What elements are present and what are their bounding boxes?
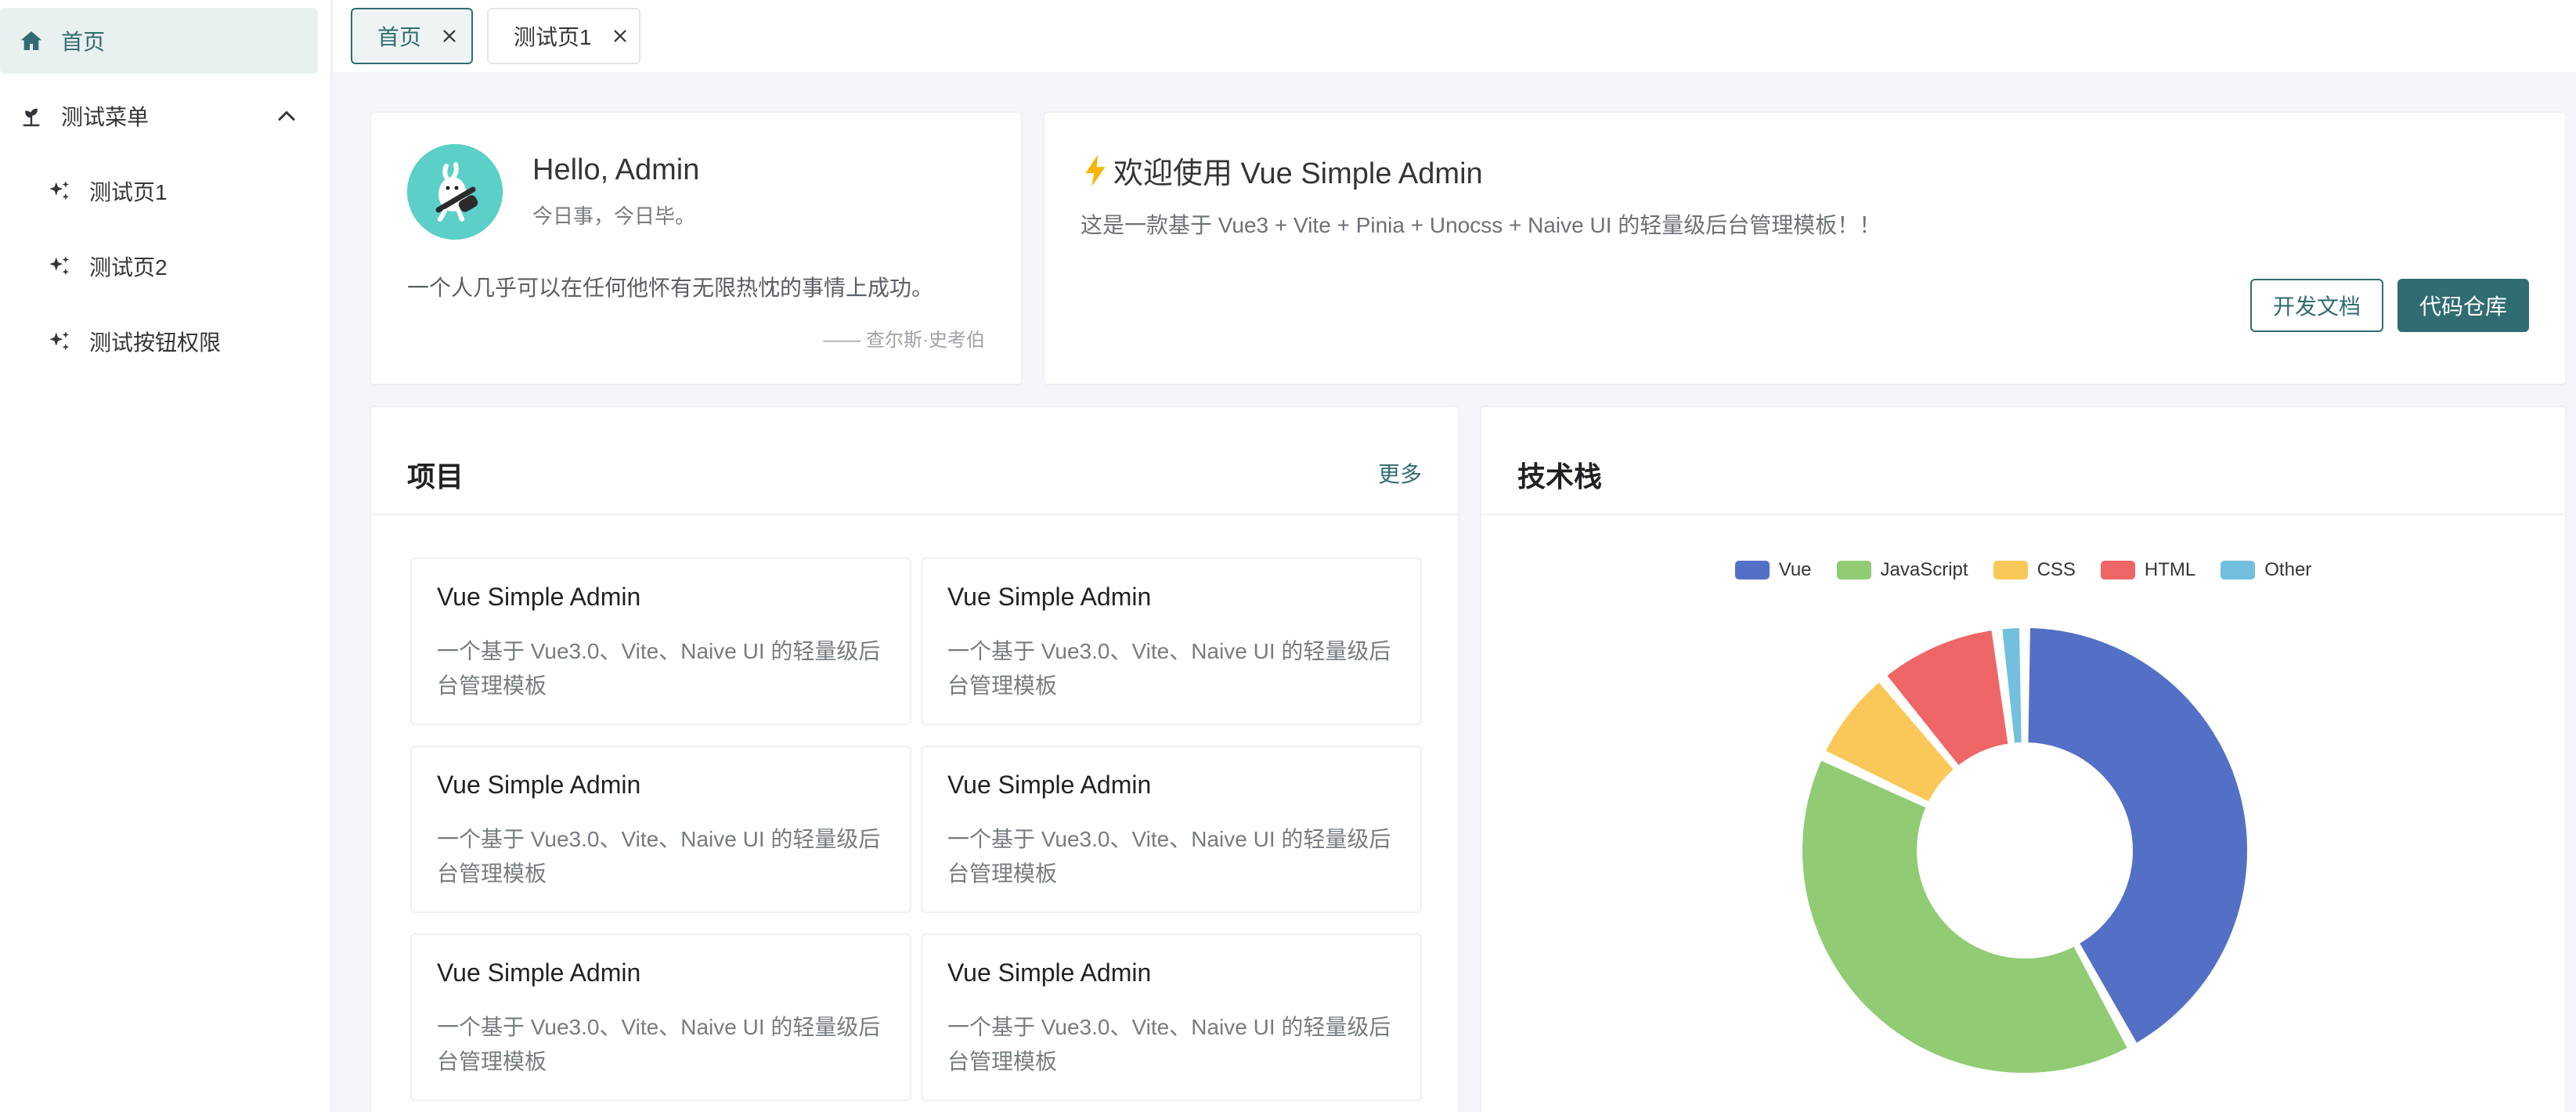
project-description: 一个基于 Vue3.0、Vite、Naive UI 的轻量级后台管理模板 [947,827,1391,886]
project-card[interactable]: Vue Simple Admin 一个基于 Vue3.0、Vite、Naive … [921,558,1422,725]
sidebar-item-label: 测试菜单 [61,105,150,129]
donut-chart [1799,625,2250,1076]
tab-home[interactable]: 首页 [351,8,473,64]
quote-text: 一个人几乎可以在任何他怀有无限热忱的事情上成功。 [407,276,934,300]
greeting-subtitle: 今日事，今日毕。 [532,204,696,228]
chevron-up-icon[interactable] [272,102,301,130]
sidebar-item-button-permission[interactable]: 测试按钮权限 [0,309,318,374]
repo-button[interactable]: 代码仓库 [2397,279,2529,332]
project-card[interactable]: Vue Simple Admin 一个基于 Vue3.0、Vite、Naive … [921,933,1422,1101]
project-card[interactable]: Vue Simple Admin 一个基于 Vue3.0、Vite、Naive … [410,746,911,913]
project-description: 一个基于 Vue3.0、Vite、Naive UI 的轻量级后台管理模板 [437,827,881,886]
project-title: Vue Simple Admin [947,771,1152,799]
divider [371,514,1458,515]
avatar[interactable] [407,144,503,240]
welcome-title: 欢迎使用 Vue Simple Admin [1113,157,1483,190]
welcome-description: 这是一款基于 Vue3 + Vite + Pinia + Unocss + Na… [1081,213,1881,237]
projects-card: 项目 更多 Vue Simple Admin 一个基于 Vue3.0、Vite、… [370,406,1459,1112]
project-title: Vue Simple Admin [437,959,641,987]
tab-label: 首页 [377,25,422,49]
sidebar-item-label: 测试页1 [89,180,168,204]
project-description: 一个基于 Vue3.0、Vite、Naive UI 的轻量级后台管理模板 [947,639,1391,698]
project-card[interactable]: Vue Simple Admin 一个基于 Vue3.0、Vite、Naive … [410,558,911,725]
pie-slice-javascript[interactable] [1799,756,2131,1076]
tab-bar: 首页 测试页1 [334,0,2576,72]
sidebar-item-test-menu[interactable]: 测试菜单 [0,83,318,149]
sidebar-item-label: 测试页2 [89,255,168,280]
sidebar: 首页 测试菜单 测试页1 测试页2 测试按钮权限 [0,0,332,1112]
project-description: 一个基于 Vue3.0、Vite、Naive UI 的轻量级后台管理模板 [437,639,881,698]
quote-author: —— 查尔斯·史考伯 [823,330,985,351]
project-title: Vue Simple Admin [947,583,1152,611]
plant-icon [16,100,47,132]
lightning-icon [1081,153,1110,188]
project-card[interactable]: Vue Simple Admin 一个基于 Vue3.0、Vite、Naive … [921,746,1422,913]
sparkle-icon [44,326,75,357]
project-title: Vue Simple Admin [437,771,641,799]
home-icon [16,25,47,56]
tab-test-page-1[interactable]: 测试页1 [487,8,640,64]
sidebar-item-test-page-1[interactable]: 测试页1 [0,158,318,224]
tab-label: 测试页1 [514,25,592,49]
project-title: Vue Simple Admin [947,959,1152,987]
greeting: Hello, Admin [532,153,700,186]
docs-button[interactable]: 开发文档 [2250,279,2383,332]
sidebar-item-test-page-2[interactable]: 测试页2 [0,233,318,299]
user-card: Hello, Admin 今日事，今日毕。 一个人几乎可以在任何他怀有无限热忱的… [370,111,1023,385]
welcome-title-row: 欢迎使用 Vue Simple Admin [1081,149,1483,192]
tech-stack-card: 技术栈 Vue JavaScript CSS HTML Other [1480,406,2567,1112]
welcome-card: 欢迎使用 Vue Simple Admin 这是一款基于 Vue3 + Vite… [1043,111,2567,385]
sidebar-item-label: 测试按钮权限 [89,330,222,355]
project-title: Vue Simple Admin [437,583,641,611]
project-description: 一个基于 Vue3.0、Vite、Naive UI 的轻量级后台管理模板 [947,1015,1391,1074]
more-link[interactable]: 更多 [1378,457,1422,489]
close-icon[interactable] [438,25,460,47]
close-icon[interactable] [609,25,631,47]
sparkle-icon [44,251,75,282]
sidebar-item-home[interactable]: 首页 [0,8,318,74]
sparkle-icon [44,175,75,207]
projects-title: 项目 [407,460,464,493]
sidebar-item-label: 首页 [61,30,106,54]
project-description: 一个基于 Vue3.0、Vite、Naive UI 的轻量级后台管理模板 [437,1015,881,1074]
project-card[interactable]: Vue Simple Admin 一个基于 Vue3.0、Vite、Naive … [410,933,911,1101]
